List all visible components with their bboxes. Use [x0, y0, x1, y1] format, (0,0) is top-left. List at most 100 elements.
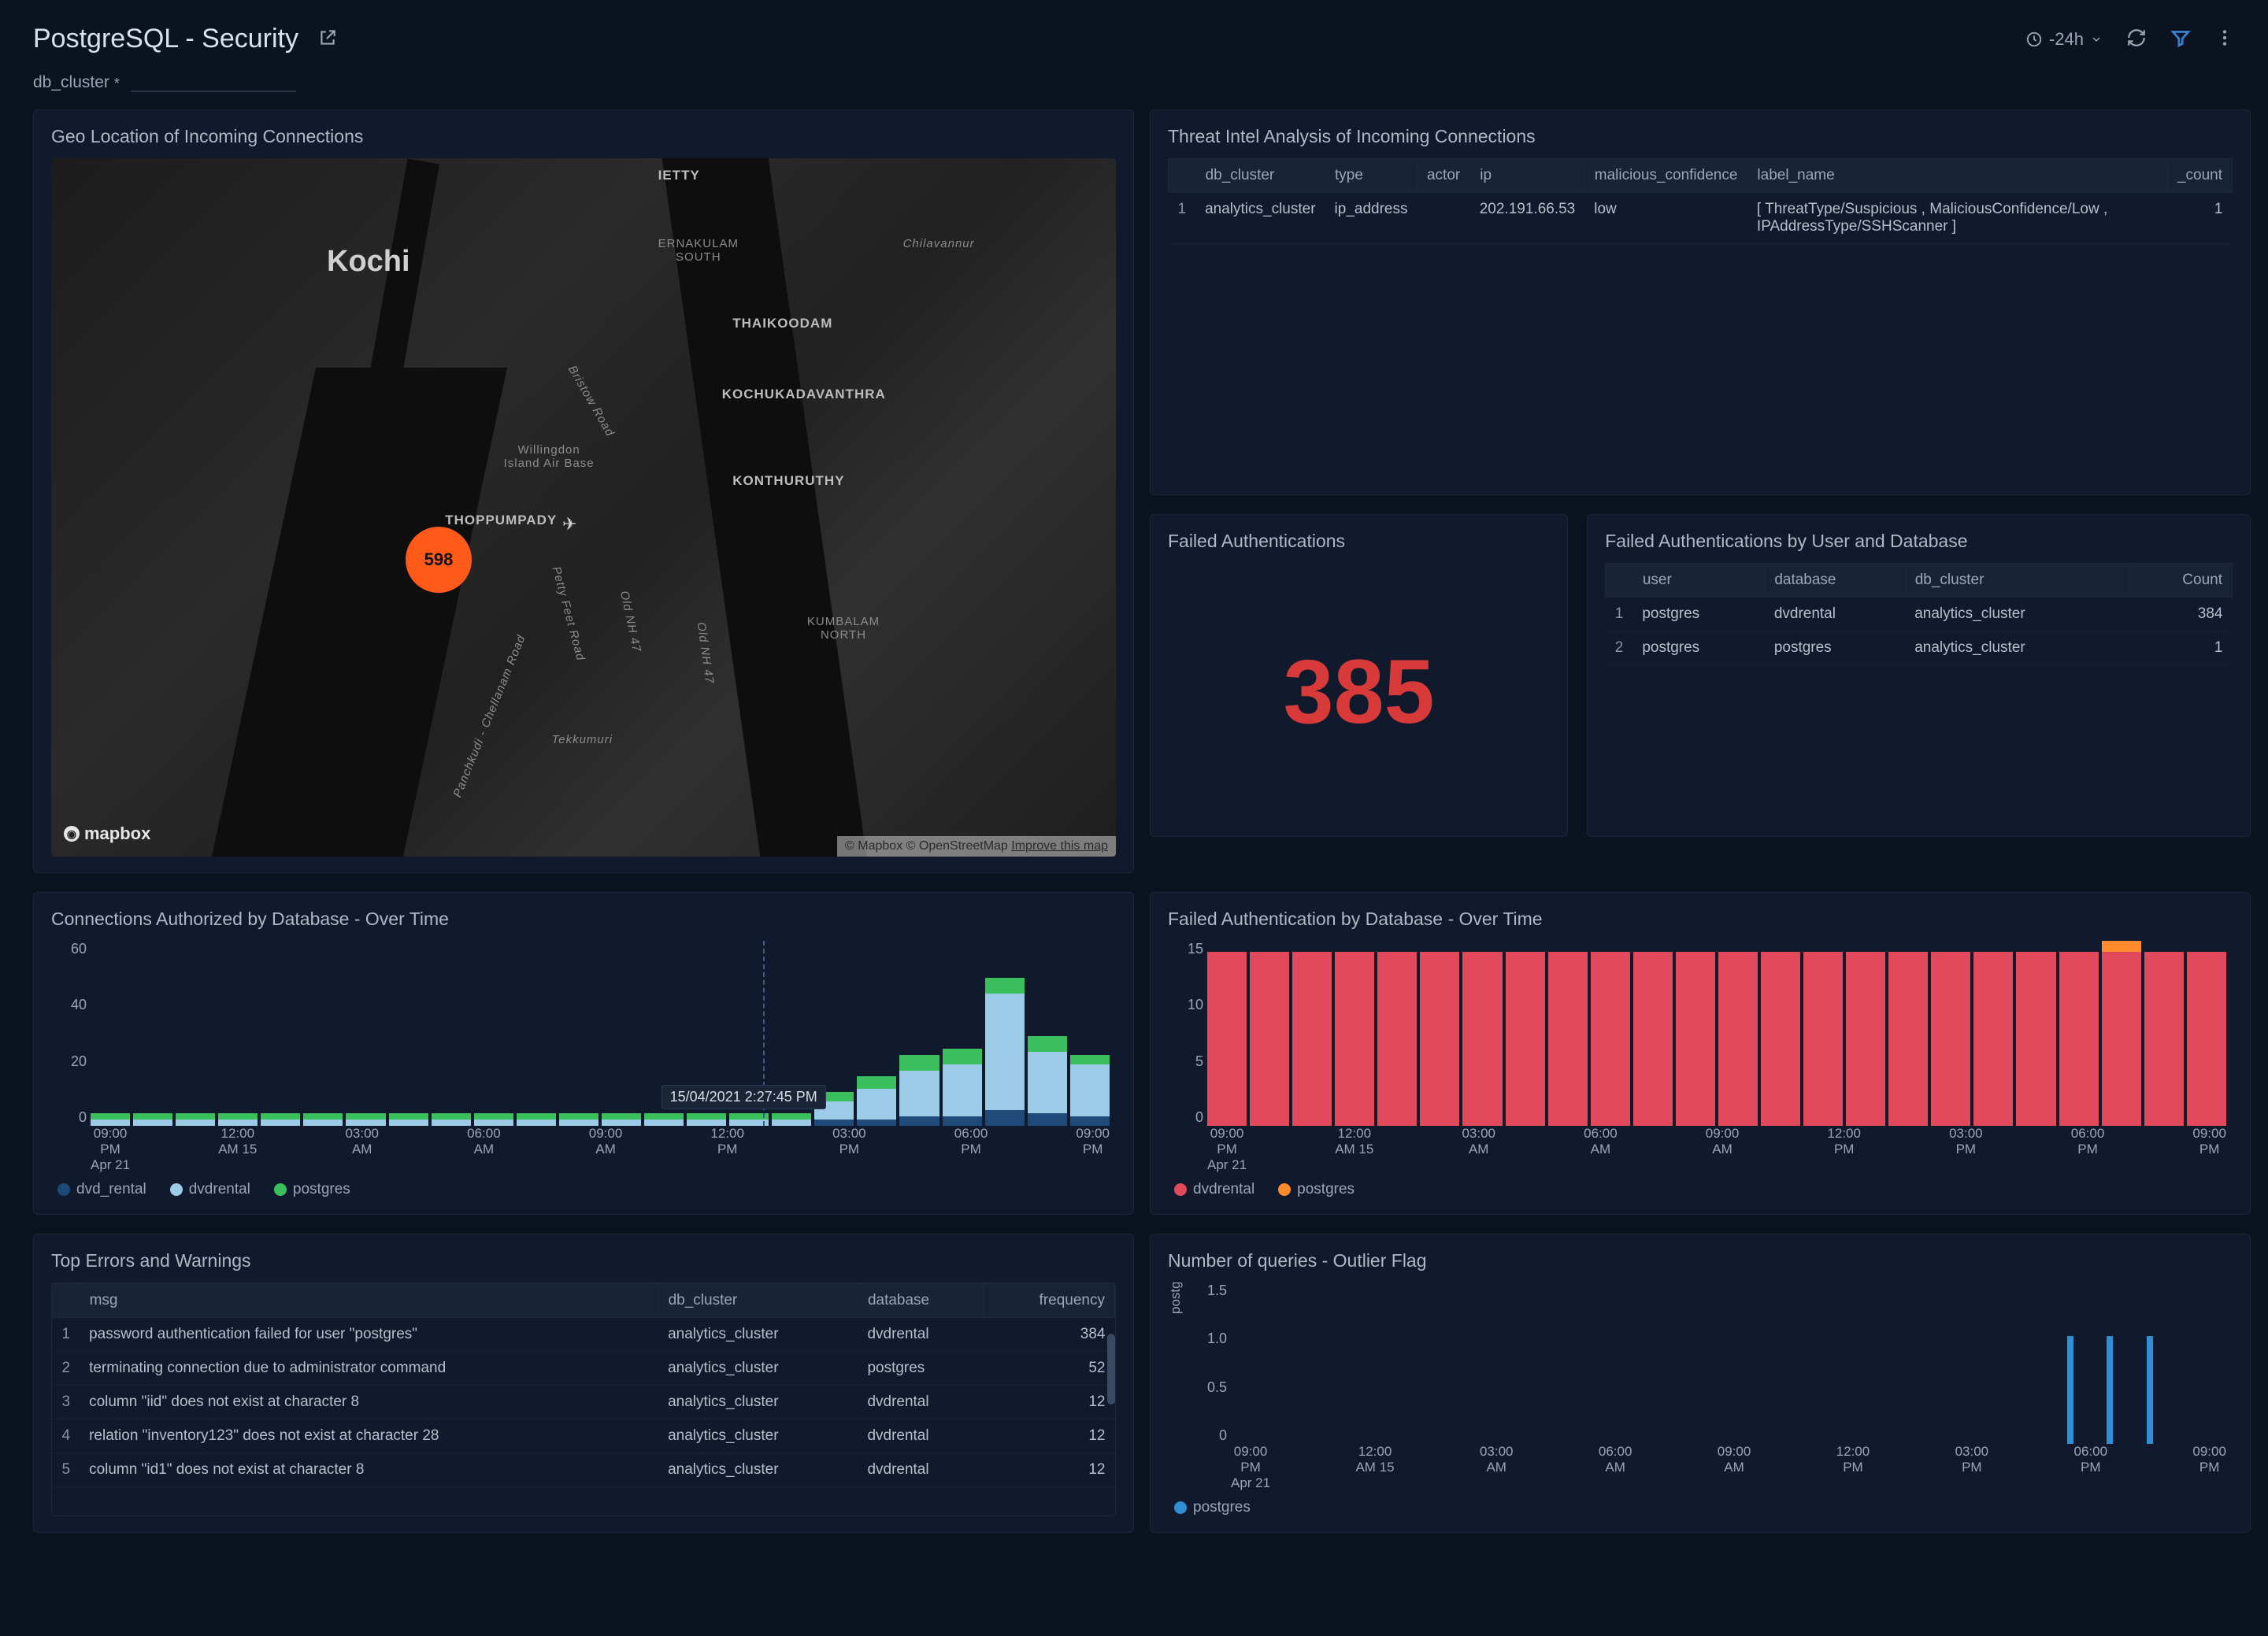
table-header[interactable]: Count — [2129, 564, 2233, 598]
chart-bar[interactable] — [899, 941, 939, 1126]
db-cluster-filter[interactable]: db_cluster * — [33, 72, 2235, 92]
chart-bar[interactable] — [985, 941, 1025, 1126]
chart-bar[interactable] — [303, 941, 343, 1126]
chart-bar[interactable] — [1207, 941, 1247, 1126]
table-header[interactable]: database — [858, 1284, 983, 1318]
table-header[interactable]: database — [1765, 564, 1905, 598]
table-header[interactable]: malicious_confidence — [1584, 159, 1747, 193]
failed-db-chart[interactable]: 151050 09:00 PM Apr 2112:00 AM 1503:00 A… — [1168, 941, 2233, 1173]
table-row[interactable]: 2postgrespostgresanalytics_cluster1 — [1606, 631, 2233, 665]
chart-bar[interactable] — [261, 941, 300, 1126]
scrollbar-thumb[interactable] — [1107, 1334, 1115, 1405]
table-header[interactable]: frequency — [983, 1284, 1114, 1318]
chart-bar[interactable] — [1718, 941, 1758, 1126]
chart-bar[interactable] — [218, 941, 258, 1126]
chart-bar[interactable] — [474, 941, 513, 1126]
map-label: KONTHURUTHY — [732, 473, 844, 489]
legend-item[interactable]: dvd_rental — [57, 1181, 146, 1198]
chart-bar[interactable] — [943, 941, 982, 1126]
legend-item[interactable]: postgres — [274, 1181, 350, 1198]
chart-bar[interactable] — [176, 941, 215, 1126]
table-row[interactable]: 3column "iid" does not exist at characte… — [53, 1386, 1115, 1419]
time-range-selector[interactable]: -24h — [2025, 29, 2103, 50]
legend-item[interactable]: postgres — [1174, 1499, 1251, 1516]
chart-bar[interactable] — [1846, 941, 1885, 1126]
chart-bar[interactable] — [517, 941, 556, 1126]
chart-bar[interactable] — [602, 941, 641, 1126]
external-link-icon[interactable] — [317, 28, 338, 50]
table-header[interactable]: label_name — [1747, 159, 2168, 193]
chart-bar[interactable] — [857, 941, 896, 1126]
chart-bar[interactable] — [1761, 941, 1800, 1126]
chart-bar[interactable] — [2144, 941, 2184, 1126]
table-header[interactable]: type — [1325, 159, 1418, 193]
chart-bar[interactable] — [2067, 1336, 2073, 1444]
chart-bar[interactable] — [1292, 941, 1332, 1126]
conn-auth-chart[interactable]: 6040200 15/04/2021 2:27:45 PM 09:00 PM A… — [51, 941, 1116, 1173]
chart-bar[interactable] — [1462, 941, 1502, 1126]
chart-bar[interactable] — [1506, 941, 1545, 1126]
refresh-icon[interactable] — [2126, 28, 2147, 50]
chart-bar[interactable] — [1250, 941, 1289, 1126]
chart-bar[interactable] — [1377, 941, 1417, 1126]
table-header[interactable]: _count — [2167, 159, 2232, 193]
chart-bar[interactable] — [1070, 941, 1110, 1126]
table-row[interactable]: 4relation "inventory123" does not exist … — [53, 1419, 1115, 1453]
table-header[interactable]: ip — [1470, 159, 1585, 193]
chart-bar[interactable] — [1931, 941, 1970, 1126]
table-row[interactable]: 5column "id1" does not exist at characte… — [53, 1453, 1115, 1487]
chart-bar[interactable] — [2187, 941, 2226, 1126]
chart-bar[interactable] — [2102, 941, 2141, 1126]
threat-table: db_clustertypeactoripmalicious_confidenc… — [1168, 158, 2233, 244]
table-header[interactable]: actor — [1417, 159, 1469, 193]
chart-bar[interactable] — [1548, 941, 1588, 1126]
chart-bar[interactable] — [2147, 1336, 2153, 1444]
table-row[interactable]: 1analytics_clusterip_address202.191.66.5… — [1169, 193, 2233, 244]
table-header[interactable] — [53, 1284, 80, 1318]
chart-bar[interactable] — [2107, 1336, 2113, 1444]
legend-item[interactable]: dvdrental — [1174, 1181, 1254, 1198]
legend-item[interactable]: dvdrental — [170, 1181, 250, 1198]
connection-bubble[interactable]: 598 — [406, 527, 472, 593]
table-header[interactable]: user — [1632, 564, 1765, 598]
chart-bar[interactable] — [133, 941, 172, 1126]
conn-auth-panel: Connections Authorized by Database - Ove… — [33, 892, 1134, 1215]
outlier-chart[interactable]: postgres 1.51.00.50 09:00 PM Apr 2112:00… — [1168, 1283, 2233, 1491]
chart-bar[interactable] — [91, 941, 130, 1126]
chart-tooltip: 15/04/2021 2:27:45 PM — [662, 1085, 826, 1109]
chart-bar[interactable] — [432, 941, 471, 1126]
chart-bar[interactable] — [1888, 941, 1928, 1126]
conn-auth-legend: dvd_rental dvdrental postgres — [51, 1181, 1116, 1198]
mapbox-logo: ◉mapbox — [64, 824, 150, 844]
filter-icon[interactable] — [2170, 28, 2191, 50]
table-header[interactable] — [1606, 564, 1633, 598]
chart-bar[interactable] — [346, 941, 385, 1126]
table-row[interactable]: 1password authentication failed for user… — [53, 1318, 1115, 1352]
table-row[interactable]: 1postgresdvdrentalanalytics_cluster384 — [1606, 598, 2233, 631]
table-header[interactable] — [1169, 159, 1196, 193]
table-header[interactable]: db_cluster — [1195, 159, 1325, 193]
table-header[interactable]: db_cluster — [658, 1284, 858, 1318]
errors-title: Top Errors and Warnings — [51, 1250, 1116, 1271]
chart-bar[interactable] — [1335, 941, 1374, 1126]
legend-item[interactable]: postgres — [1278, 1181, 1354, 1198]
chart-bar[interactable] — [389, 941, 428, 1126]
chart-bar[interactable] — [559, 941, 598, 1126]
more-vertical-icon[interactable] — [2214, 28, 2235, 50]
errors-panel: Top Errors and Warnings msgdb_clusterdat… — [33, 1234, 1134, 1533]
chart-bar[interactable] — [2016, 941, 2055, 1126]
chart-bar[interactable] — [1420, 941, 1459, 1126]
map[interactable]: Kochi IETTY ERNAKULAM SOUTH Chilavannur … — [51, 158, 1116, 857]
table-header[interactable]: db_cluster — [1905, 564, 2129, 598]
improve-map-link[interactable]: Improve this map — [1011, 839, 1108, 853]
chart-bar[interactable] — [1973, 941, 2013, 1126]
chart-bar[interactable] — [1633, 941, 1673, 1126]
chart-bar[interactable] — [1676, 941, 1715, 1126]
table-row[interactable]: 2terminating connection due to administr… — [53, 1352, 1115, 1386]
table-header[interactable]: msg — [80, 1284, 658, 1318]
map-label: Willingdon Island Air Base — [504, 443, 595, 470]
chart-bar[interactable] — [1591, 941, 1630, 1126]
chart-bar[interactable] — [1803, 941, 1843, 1126]
chart-bar[interactable] — [2059, 941, 2099, 1126]
chart-bar[interactable] — [1028, 941, 1067, 1126]
